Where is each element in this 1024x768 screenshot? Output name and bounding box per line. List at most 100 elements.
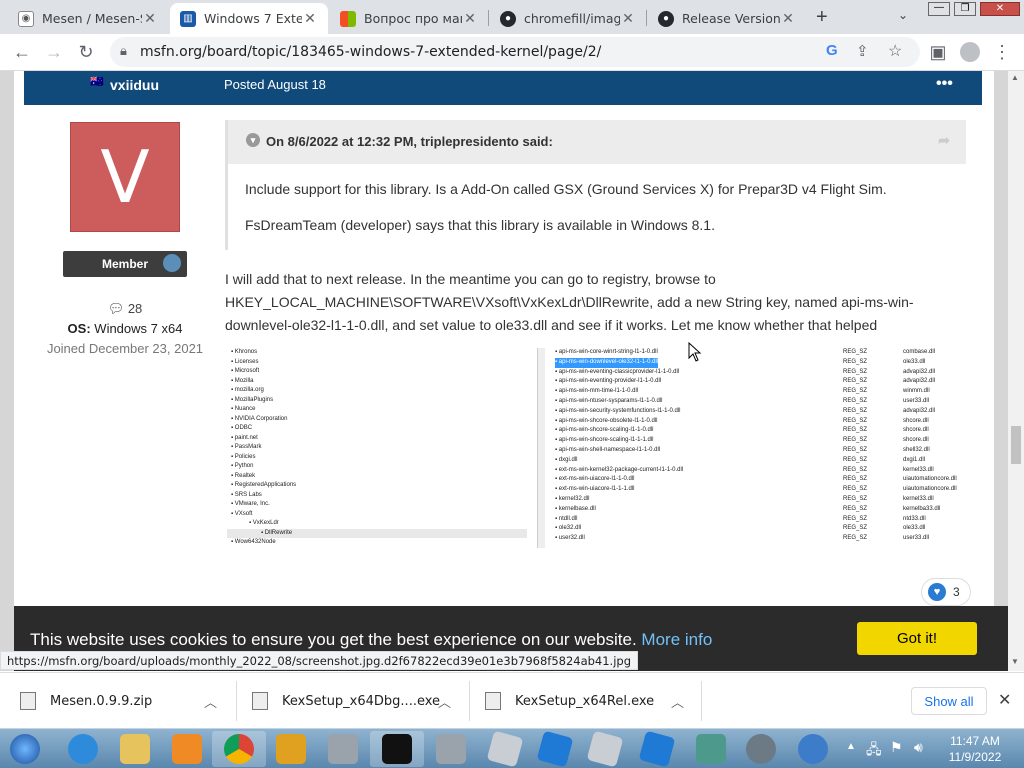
reaction-pill[interactable]: ♥ 3 — [921, 578, 971, 606]
taskbar-app[interactable] — [734, 731, 788, 767]
registry-screenshot[interactable]: ▪ Khronos ▪ Licenses ▪ Microsoft ▪ Mozilla ▪… — [225, 348, 966, 548]
flag-icon[interactable]: ⚑ — [890, 739, 903, 756]
chevron-up-icon[interactable]: ︿ — [671, 692, 684, 711]
tab-chromefill[interactable]: ● chromefill/images ✕ — [490, 3, 646, 34]
taskbar-chrome[interactable] — [212, 731, 266, 767]
quote-line: Include support for this library. Is a A… — [245, 181, 887, 197]
url-text[interactable]: msfn.org/board/topic/183465-windows-7-ex… — [140, 44, 601, 60]
download-item[interactable]: Mesen.0.9.9.zip ︿ — [20, 673, 230, 729]
minimize-icon[interactable]: — — [928, 2, 950, 16]
scroll-down-icon[interactable]: ▼ — [1011, 657, 1019, 666]
rank-icon — [163, 254, 181, 272]
registry-value-name: ▪ ext-ms-win-kernel32-package-current-l1… — [555, 466, 684, 473]
post-date[interactable]: Posted August 18 — [224, 77, 326, 92]
registry-value-name: ▪ ext-ms-win-uiacore-l1-1-1.dll — [555, 486, 635, 493]
taskbar-ie[interactable] — [56, 731, 110, 767]
registry-value-type: REG_SZ — [843, 456, 868, 463]
forward-icon[interactable]: → — [40, 38, 68, 66]
tab-search-icon[interactable]: ⌄ — [898, 8, 908, 22]
registry-value-data: user33.dll — [903, 535, 930, 542]
scroll-up-icon[interactable]: ▲ — [1011, 73, 1019, 82]
google-icon[interactable]: G — [826, 42, 838, 59]
author-name[interactable]: vxiiduu — [110, 77, 159, 93]
taskbar-app[interactable] — [264, 731, 318, 767]
registry-value-row: ▪ ole32.dll REG_SZ ole33.dll — [555, 524, 966, 534]
close-icon[interactable]: ✕ — [142, 10, 158, 27]
more-info-link[interactable]: More info — [641, 630, 712, 649]
taskbar-roblox[interactable] — [578, 730, 632, 768]
globe-icon — [798, 734, 828, 764]
exe-file-icon — [485, 692, 501, 710]
close-icon[interactable]: ✕ — [998, 690, 1011, 710]
tab-mesen[interactable]: ◉ Mesen / Mesen-S ✕ — [8, 3, 168, 34]
taskbar-app[interactable] — [424, 731, 478, 767]
taskbar-app[interactable] — [316, 731, 370, 767]
scrollbar-thumb[interactable] — [1011, 426, 1021, 464]
taskbar-app[interactable] — [786, 731, 840, 767]
tray-chevron-icon[interactable]: ▲ — [846, 741, 856, 752]
chevron-up-icon[interactable]: ︿ — [204, 692, 217, 711]
more-options-icon[interactable]: ••• — [936, 75, 953, 93]
tab-vopros[interactable]: Вопрос про мага ✕ — [330, 3, 488, 34]
registry-tree-item: ▪ VXsoft — [231, 510, 253, 517]
got-it-button[interactable]: Got it! — [857, 622, 977, 655]
tab-windows7[interactable]: ▥ Windows 7 Extende ✕ — [170, 3, 328, 34]
bookmark-star-icon[interactable]: ☆ — [888, 41, 902, 61]
clock[interactable]: 11:47 AM 11/9/2022 — [940, 733, 1010, 765]
registry-value-type: REG_SZ — [843, 427, 868, 434]
taskbar-cmd[interactable] — [370, 731, 424, 767]
download-item[interactable]: KexSetup_x64Rel.exe ︿ — [485, 673, 695, 729]
close-icon[interactable]: ✕ — [302, 10, 318, 27]
taskbar-explorer[interactable] — [108, 731, 162, 767]
registry-value-row: ▪ api-ms-win-shcore-scaling-l1-1-1.dll RE… — [555, 436, 966, 446]
share-arrow-icon[interactable]: ➦ — [938, 132, 950, 149]
close-icon[interactable]: ✕ — [780, 10, 796, 27]
lock-icon[interactable]: 🔒︎ — [120, 43, 127, 59]
registry-value-name: ▪ api-ms-win-eventing-provider-l1-1-0.dl… — [555, 378, 662, 385]
registry-value-name: ▪ api-ms-win-shcore-obsolete-l1-1-0.dll — [555, 417, 658, 424]
volume-icon[interactable]: 🔊︎ — [914, 739, 923, 756]
network-icon[interactable]: 🖧︎ — [866, 739, 882, 763]
start-button[interactable] — [0, 731, 50, 767]
downloads-bar: Mesen.0.9.9.zip ︿ KexSetup_x64Dbg....exe ︿… — [0, 672, 1024, 728]
registry-value-row: ▪ ext-ms-win-uiacore-l1-1-0.dll REG_SZ uia… — [555, 475, 966, 485]
registry-value-row: ▪ api-ms-win-downlevel-ole32-l1-1-0.dll R… — [555, 357, 966, 368]
flag-icon: 🇦🇺︎ — [90, 76, 104, 88]
registry-values: ▪ api-ms-win-core-winrt-string-l1-1-0.dl… — [555, 348, 966, 548]
close-window-icon[interactable]: ✕ — [980, 2, 1020, 16]
scrollbar[interactable]: ▲ ▼ — [1008, 71, 1024, 671]
avatar[interactable]: V — [70, 122, 180, 232]
new-tab-icon[interactable]: + — [816, 6, 828, 29]
divider — [469, 681, 470, 721]
close-icon[interactable]: ✕ — [620, 10, 636, 27]
quote-header: ▾ On 8/6/2022 at 12:32 PM, triplepreside… — [228, 120, 966, 164]
taskbar-roblox-studio[interactable] — [630, 730, 684, 768]
close-icon[interactable]: ✕ — [462, 10, 478, 27]
chevron-up-icon[interactable]: ︿ — [438, 692, 451, 711]
menu-icon[interactable]: ⋮ — [988, 38, 1016, 66]
taskbar-media[interactable] — [160, 731, 214, 767]
tab-release[interactable]: ● Release Version 0 ✕ — [648, 3, 806, 34]
registry-value-data: kernel33.dll — [903, 466, 934, 473]
taskbar-app[interactable] — [684, 731, 738, 767]
registry-value-type: REG_SZ — [843, 437, 868, 444]
registry-value-data: advapi32.dll — [903, 368, 936, 375]
taskbar-roblox-studio[interactable] — [528, 730, 582, 768]
share-icon[interactable]: ⇪ — [856, 42, 869, 60]
chevron-down-icon[interactable]: ▾ — [246, 133, 260, 147]
registry-value-row: ▪ api-ms-win-core-winrt-string-l1-1-0.dl… — [555, 348, 966, 358]
taskbar-roblox[interactable] — [478, 730, 532, 768]
download-item[interactable]: KexSetup_x64Dbg....exe ︿ — [252, 673, 462, 729]
registry-value-row: ▪ ext-ms-win-uiacore-l1-1-1.dll REG_SZ uia… — [555, 485, 966, 495]
profile-icon[interactable] — [956, 38, 984, 66]
reaction-count: 3 — [953, 585, 960, 599]
registry-tree-item: ▪ MozillaPlugins — [231, 396, 274, 403]
reload-icon[interactable]: ↻ — [72, 38, 100, 66]
registry-tree-item: ▪ Mozilla — [231, 377, 254, 384]
restore-icon[interactable]: ❐ — [954, 2, 976, 16]
show-all-button[interactable]: Show all — [911, 687, 987, 715]
tab-divider — [646, 10, 647, 26]
side-panel-icon[interactable]: ▣ — [924, 38, 952, 66]
address-bar[interactable]: 🔒︎ msfn.org/board/topic/183465-windows-7… — [110, 37, 920, 67]
back-icon[interactable]: ← — [8, 38, 36, 66]
